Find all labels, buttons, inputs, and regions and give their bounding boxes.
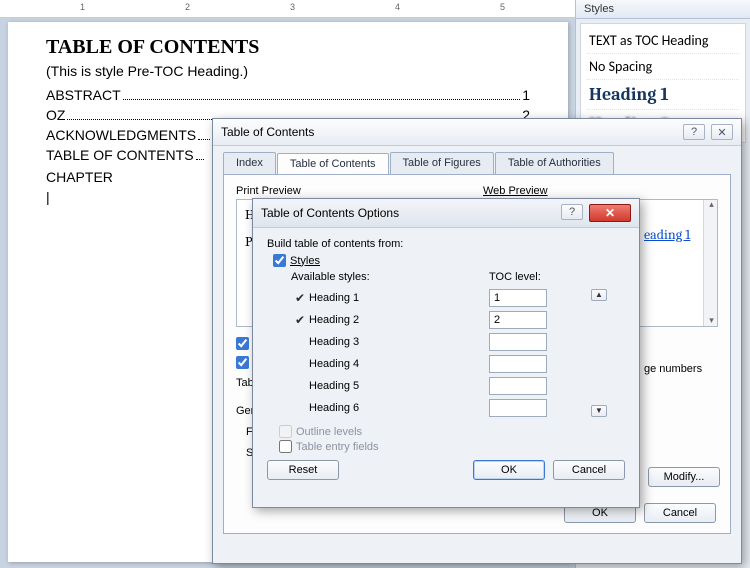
style-row: ✔ Heading 1: [291, 287, 481, 309]
web-preview-link[interactable]: eading 1: [644, 226, 690, 243]
toc-level-header: TOC level:: [489, 271, 579, 283]
toc-options-dialog: Table of Contents Options ? ✕ Build tabl…: [252, 198, 640, 508]
style-item-heading1[interactable]: Heading 1: [587, 80, 739, 110]
style-name: Heading 3: [309, 336, 359, 348]
tab-index[interactable]: Index: [223, 152, 276, 174]
checkbox[interactable]: [279, 440, 292, 453]
toc-level-input[interactable]: [489, 355, 547, 373]
style-item[interactable]: TEXT as TOC Heading: [587, 28, 739, 54]
toc-entry: ABSTRACT 1: [46, 87, 530, 103]
outline-levels-checkbox[interactable]: Outline levels: [279, 425, 625, 438]
horizontal-ruler: 1 2 3 4 5: [0, 0, 575, 18]
page-title: TABLE OF CONTENTS: [46, 36, 530, 59]
toc-dots: [198, 139, 210, 140]
web-preview-label: Web Preview: [483, 185, 718, 197]
style-name: Heading 4: [309, 358, 359, 370]
ruler-tick: 2: [185, 2, 190, 12]
scrollbar[interactable]: ▴▾: [703, 200, 718, 326]
available-styles-header: Available styles:: [291, 271, 481, 283]
dialog-title: Table of Contents Options: [261, 206, 399, 220]
ok-button[interactable]: OK: [473, 460, 545, 480]
build-from-label: Build table of contents from:: [267, 238, 625, 250]
style-row: Heading 6: [291, 397, 481, 419]
ruler-tick: 3: [290, 2, 295, 12]
checkbox[interactable]: [273, 254, 286, 267]
cancel-button[interactable]: Cancel: [644, 503, 716, 523]
style-name: Heading 6: [309, 402, 359, 414]
toc-entry-label: ACKNOWLEDGMENTS: [46, 127, 196, 143]
tab-table-of-contents[interactable]: Table of Contents: [277, 153, 389, 175]
dialog-system-buttons: ? ✕: [561, 204, 631, 222]
style-item[interactable]: No Spacing: [587, 54, 739, 80]
check-icon: ✔: [291, 313, 309, 327]
help-icon[interactable]: ?: [561, 204, 583, 220]
style-row: Heading 4: [291, 353, 481, 375]
toc-level-input[interactable]: [489, 399, 547, 417]
style-name: Heading 2: [309, 314, 359, 326]
toc-dots: [196, 159, 204, 160]
toc-level-input[interactable]: [489, 333, 547, 351]
hyperlink-numbers-tail: ge numbers: [644, 363, 702, 375]
style-name: Heading 1: [309, 292, 359, 304]
toc-entry-label: ABSTRACT: [46, 87, 121, 103]
cancel-button[interactable]: Cancel: [553, 460, 625, 480]
tab-table-of-figures[interactable]: Table of Figures: [390, 152, 494, 174]
style-row: Heading 3: [291, 331, 481, 353]
toc-level-input[interactable]: [489, 311, 547, 329]
styles-checkbox[interactable]: Styles: [273, 254, 625, 267]
dialog-titlebar[interactable]: Table of Contents ? ✕: [213, 119, 741, 146]
toc-entry-label: OZ: [46, 107, 65, 123]
checkbox[interactable]: [279, 425, 292, 438]
styles-pane-header: Styles: [576, 0, 750, 19]
toc-entry-page: 1: [522, 87, 530, 103]
close-icon[interactable]: ✕: [589, 204, 631, 222]
toc-entry: TABLE OF CONTENTS: [46, 147, 216, 163]
dialog-titlebar[interactable]: Table of Contents Options ? ✕: [253, 199, 639, 228]
spin-up-icon[interactable]: ▲: [591, 289, 607, 301]
table-entry-fields-checkbox[interactable]: Table entry fields: [279, 440, 625, 453]
dialog-tabs: Index Table of Contents Table of Figures…: [213, 146, 741, 174]
dialog-system-buttons: ? ✕: [683, 124, 733, 140]
pre-toc-note: (This is style Pre-TOC Heading.): [46, 63, 530, 79]
ruler-tick: 5: [500, 2, 505, 12]
style-name: Heading 5: [309, 380, 359, 392]
spin-down-icon[interactable]: ▼: [591, 405, 607, 417]
checkbox-label: Outline levels: [296, 426, 362, 438]
modify-button[interactable]: Modify...: [648, 467, 720, 487]
style-row: ✔ Heading 2: [291, 309, 481, 331]
checkbox-label: Styles: [290, 255, 320, 267]
check-icon: ✔: [291, 291, 309, 305]
ruler-tick: 1: [80, 2, 85, 12]
dialog-title: Table of Contents: [221, 125, 314, 139]
reset-button[interactable]: Reset: [267, 460, 339, 480]
close-icon[interactable]: ✕: [711, 124, 733, 140]
toc-dots: [123, 99, 521, 100]
toc-entry: ACKNOWLEDGMENTS: [46, 127, 216, 143]
checkbox-label: Table entry fields: [296, 441, 379, 453]
toc-level-input[interactable]: [489, 377, 547, 395]
help-icon[interactable]: ?: [683, 124, 705, 140]
style-row: Heading 5: [291, 375, 481, 397]
tab-table-of-authorities[interactable]: Table of Authorities: [495, 152, 614, 174]
toc-level-input[interactable]: [489, 289, 547, 307]
toc-entry-label: TABLE OF CONTENTS: [46, 147, 194, 163]
checkbox[interactable]: [236, 356, 249, 369]
print-preview-label: Print Preview: [236, 185, 471, 197]
dialog-body: Build table of contents from: Styles Ava…: [253, 228, 639, 490]
ruler-tick: 4: [395, 2, 400, 12]
checkbox[interactable]: [236, 337, 249, 350]
